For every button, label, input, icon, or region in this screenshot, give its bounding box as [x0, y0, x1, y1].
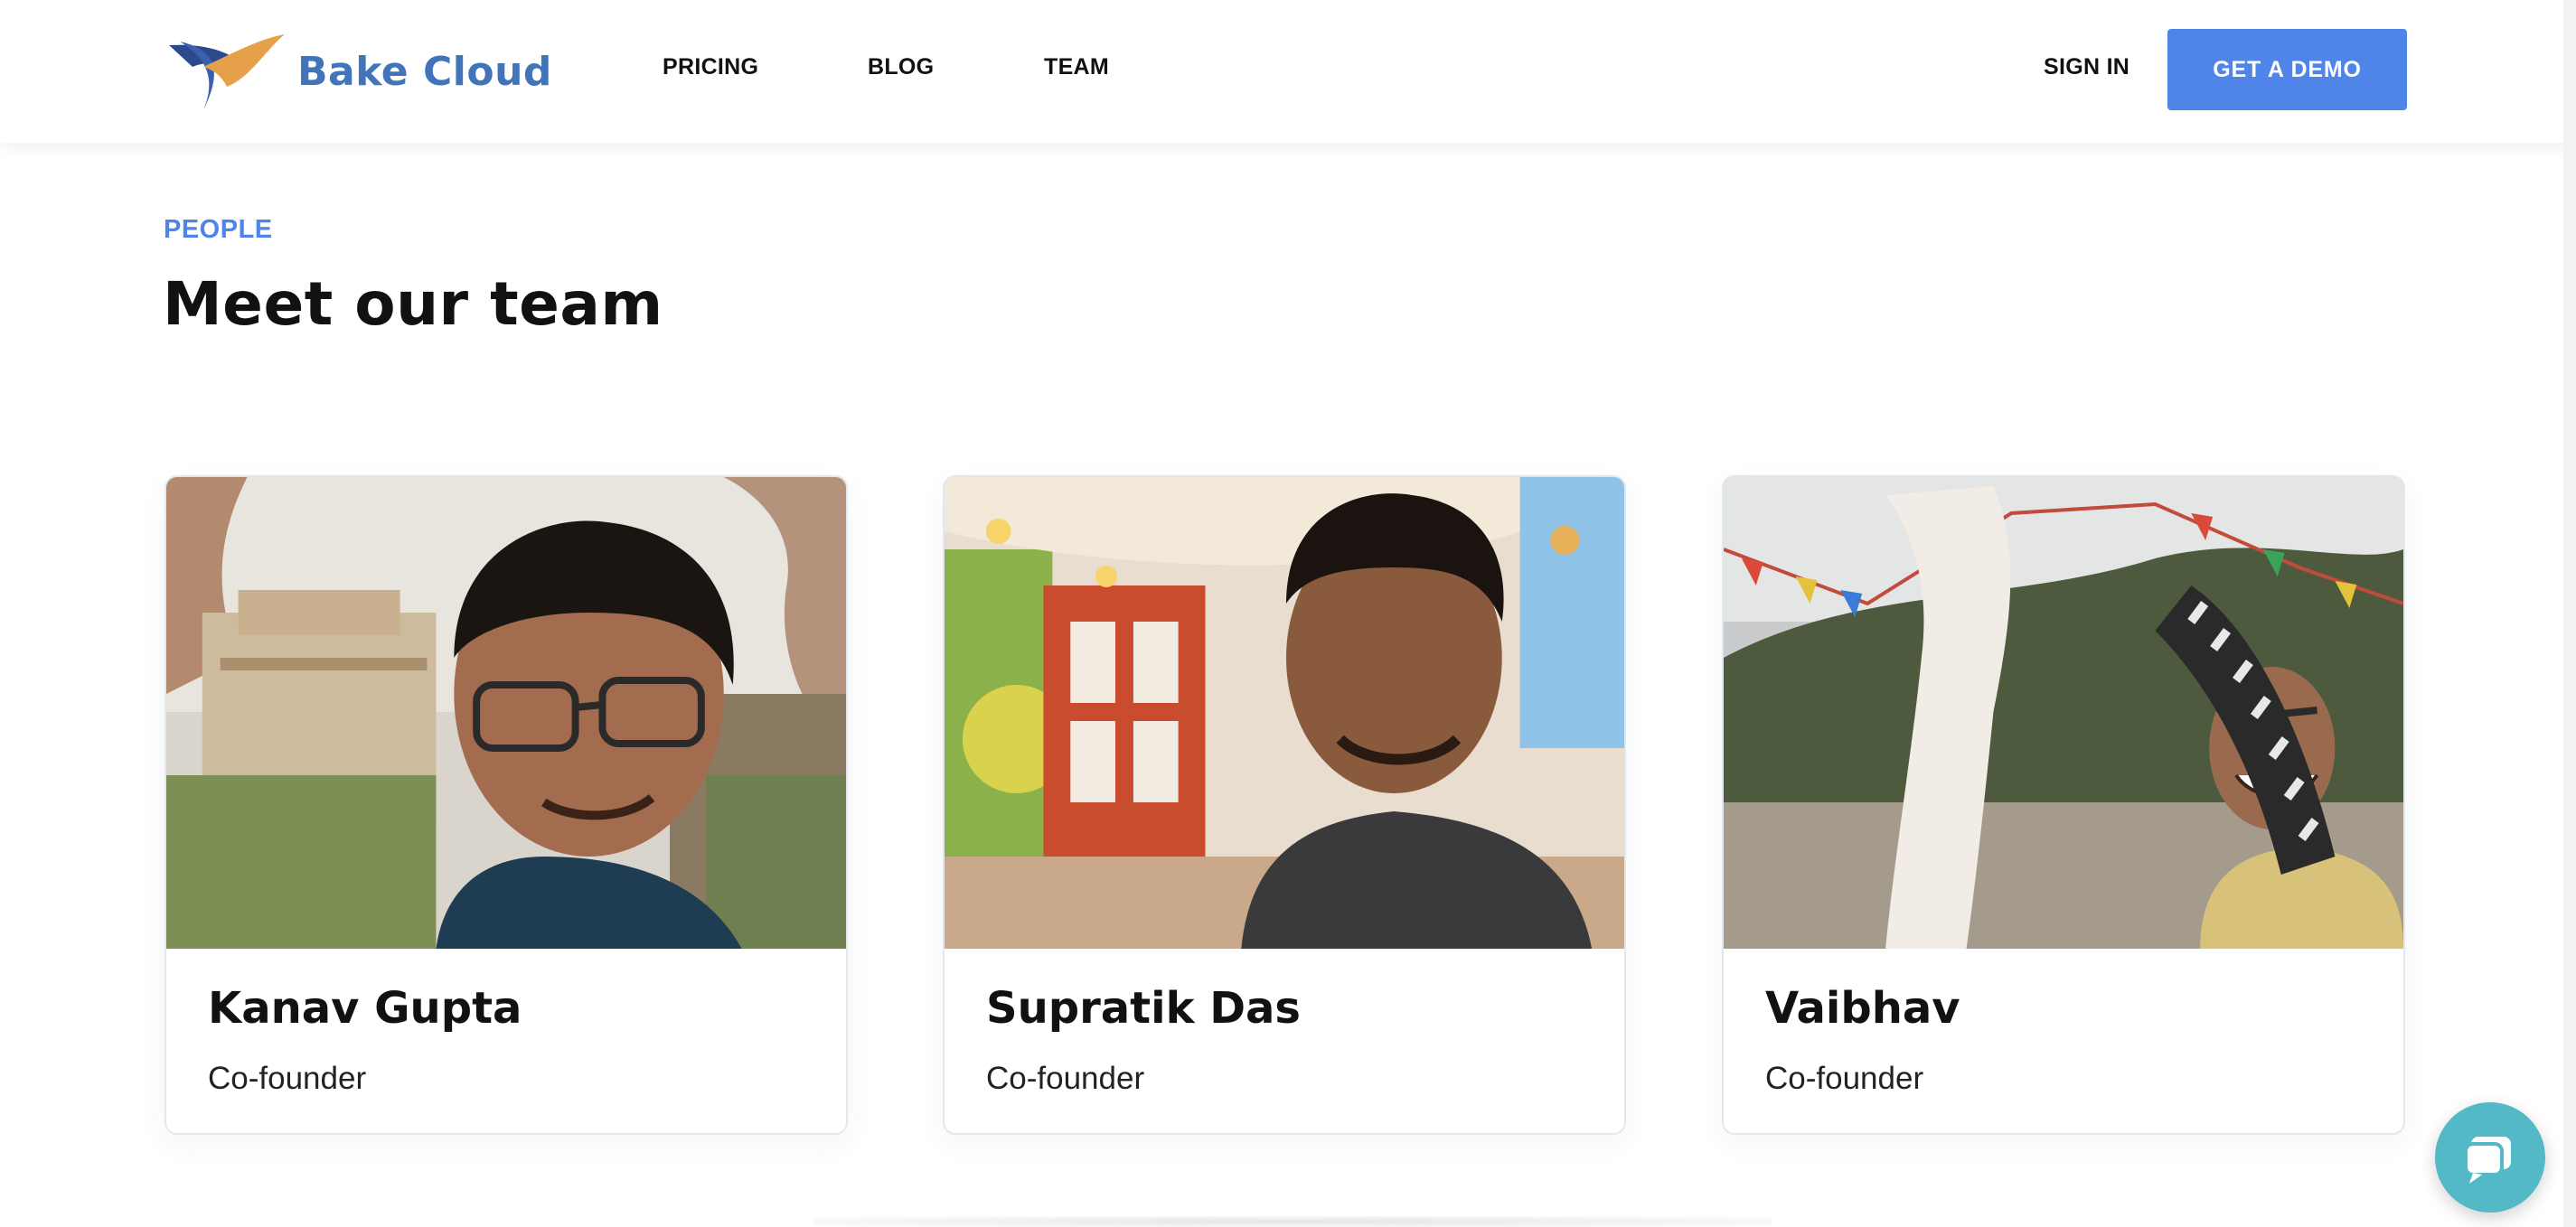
section-divider-shadow	[813, 1216, 1772, 1227]
member-role: Co-founder	[1765, 1061, 1924, 1096]
portrait-photo-icon	[1724, 477, 2403, 949]
section-eyebrow: PEOPLE	[164, 215, 273, 244]
site-header: Bake Cloud PRICING BLOG TEAM SIGN IN GET…	[0, 0, 2576, 143]
brand-name: Bake Cloud	[297, 48, 552, 95]
nav-pricing[interactable]: PRICING	[663, 54, 758, 80]
chat-bubble-icon	[2464, 1137, 2511, 1184]
nav-team[interactable]: TEAM	[1044, 54, 1109, 80]
swoosh-logo-icon	[169, 34, 285, 110]
portrait-photo-icon	[945, 477, 1624, 949]
member-name: Supratik Das	[986, 983, 1301, 1034]
nav-blog[interactable]: BLOG	[868, 54, 934, 80]
page-scrollbar[interactable]	[2563, 0, 2576, 1227]
portrait-photo-icon	[166, 477, 846, 949]
sign-in-link[interactable]: SIGN IN	[2044, 54, 2129, 80]
team-photo	[1724, 477, 2403, 949]
team-card: Supratik Das Co-founder	[943, 475, 1626, 1135]
get-demo-button[interactable]: GET A DEMO	[2167, 29, 2407, 110]
member-name: Kanav Gupta	[208, 983, 522, 1034]
team-card: Kanav Gupta Co-founder	[165, 475, 848, 1135]
team-photo	[945, 477, 1624, 949]
brand-logo[interactable]: Bake Cloud	[167, 31, 552, 112]
chat-widget-button[interactable]	[2435, 1102, 2545, 1213]
team-photo	[166, 477, 846, 949]
member-role: Co-founder	[986, 1061, 1145, 1096]
team-card: Vaibhav Co-founder	[1722, 475, 2405, 1135]
page-title: Meet our team	[163, 269, 663, 339]
member-name: Vaibhav	[1765, 983, 1960, 1034]
member-role: Co-founder	[208, 1061, 367, 1096]
